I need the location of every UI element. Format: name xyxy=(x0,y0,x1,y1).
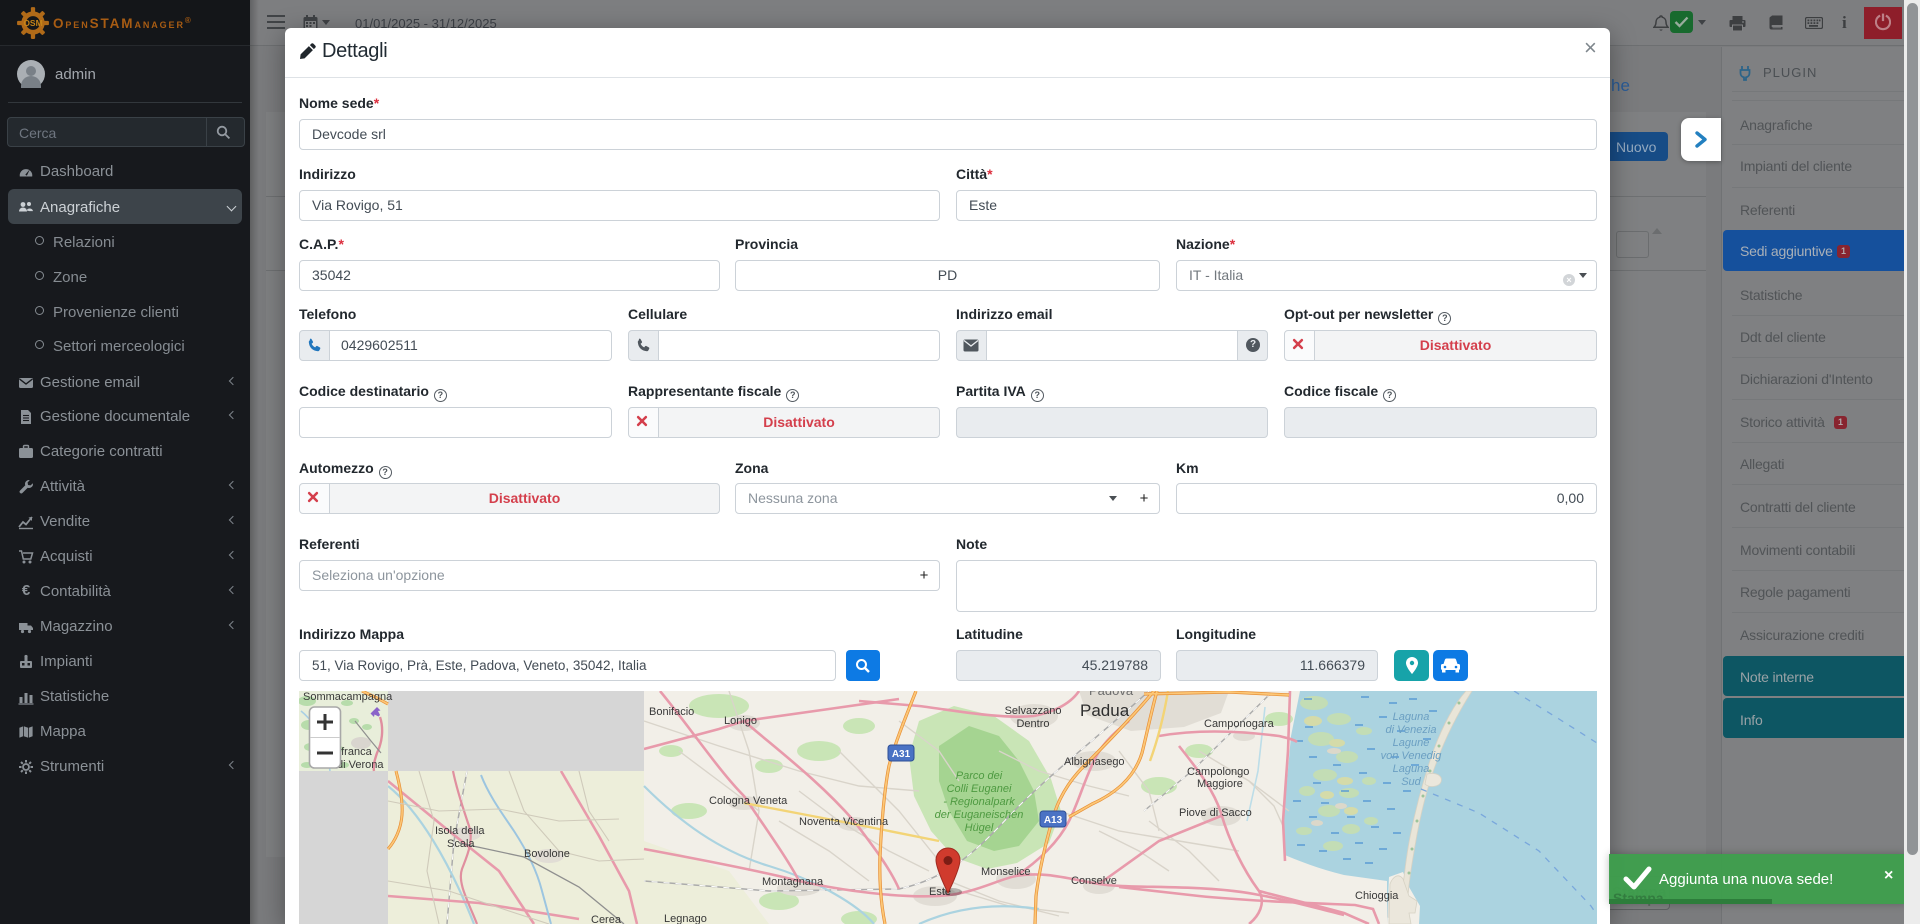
svg-text:Piove di Sacco: Piove di Sacco xyxy=(1179,807,1252,819)
svg-text:Scala: Scala xyxy=(447,838,475,850)
svg-text:Lagune: Lagune xyxy=(1393,737,1430,749)
svg-text:Bovolone: Bovolone xyxy=(524,848,570,860)
svg-text:OSM: OSM xyxy=(23,18,42,28)
svg-text:von Venedig: von Venedig xyxy=(1381,750,1443,762)
svg-text:Noventa Vicentina: Noventa Vicentina xyxy=(799,816,889,828)
svg-text:Dentro: Dentro xyxy=(1016,718,1049,730)
svg-text:Hügel: Hügel xyxy=(965,822,994,834)
svg-text:Maggiore: Maggiore xyxy=(1197,778,1243,790)
svg-text:Sommacampagna: Sommacampagna xyxy=(303,691,393,703)
svg-text:Isola della: Isola della xyxy=(435,825,485,837)
svg-text:Monselice: Monselice xyxy=(981,866,1031,878)
svg-text:Montagnana: Montagnana xyxy=(762,876,824,888)
svg-text:di Venezia: di Venezia xyxy=(1386,724,1437,736)
svg-text:di Verona: di Verona xyxy=(337,759,384,771)
svg-text:A13: A13 xyxy=(1044,815,1063,826)
svg-text:Cerea: Cerea xyxy=(591,914,622,924)
svg-text:Padua: Padua xyxy=(1080,701,1130,720)
svg-text:Laguna: Laguna xyxy=(1393,711,1430,723)
svg-text:Albignasego: Albignasego xyxy=(1064,756,1125,768)
svg-text:Padova: Padova xyxy=(1089,691,1134,698)
svg-text:Camponogara: Camponogara xyxy=(1204,718,1275,730)
svg-text:Laguna: Laguna xyxy=(1393,763,1430,775)
svg-text:- Regionalpark: - Regionalpark xyxy=(943,796,1015,808)
svg-text:Bonifacio: Bonifacio xyxy=(649,706,694,718)
svg-text:Colli Euganei: Colli Euganei xyxy=(947,783,1012,795)
svg-text:Lonigo: Lonigo xyxy=(724,715,757,727)
svg-text:Parco dei: Parco dei xyxy=(956,770,1003,782)
svg-text:Chioggia: Chioggia xyxy=(1355,890,1399,902)
svg-text:Cologna Veneta: Cologna Veneta xyxy=(709,795,788,807)
svg-text:Legnago: Legnago xyxy=(664,913,707,924)
svg-text:Campolongo: Campolongo xyxy=(1187,766,1249,778)
svg-text:Conselve: Conselve xyxy=(1071,875,1117,887)
svg-text:A31: A31 xyxy=(892,749,911,760)
svg-text:Sud: Sud xyxy=(1401,776,1421,788)
svg-text:Selvazzano: Selvazzano xyxy=(1005,705,1062,717)
svg-text:der Euganeischen: der Euganeischen xyxy=(935,809,1024,821)
